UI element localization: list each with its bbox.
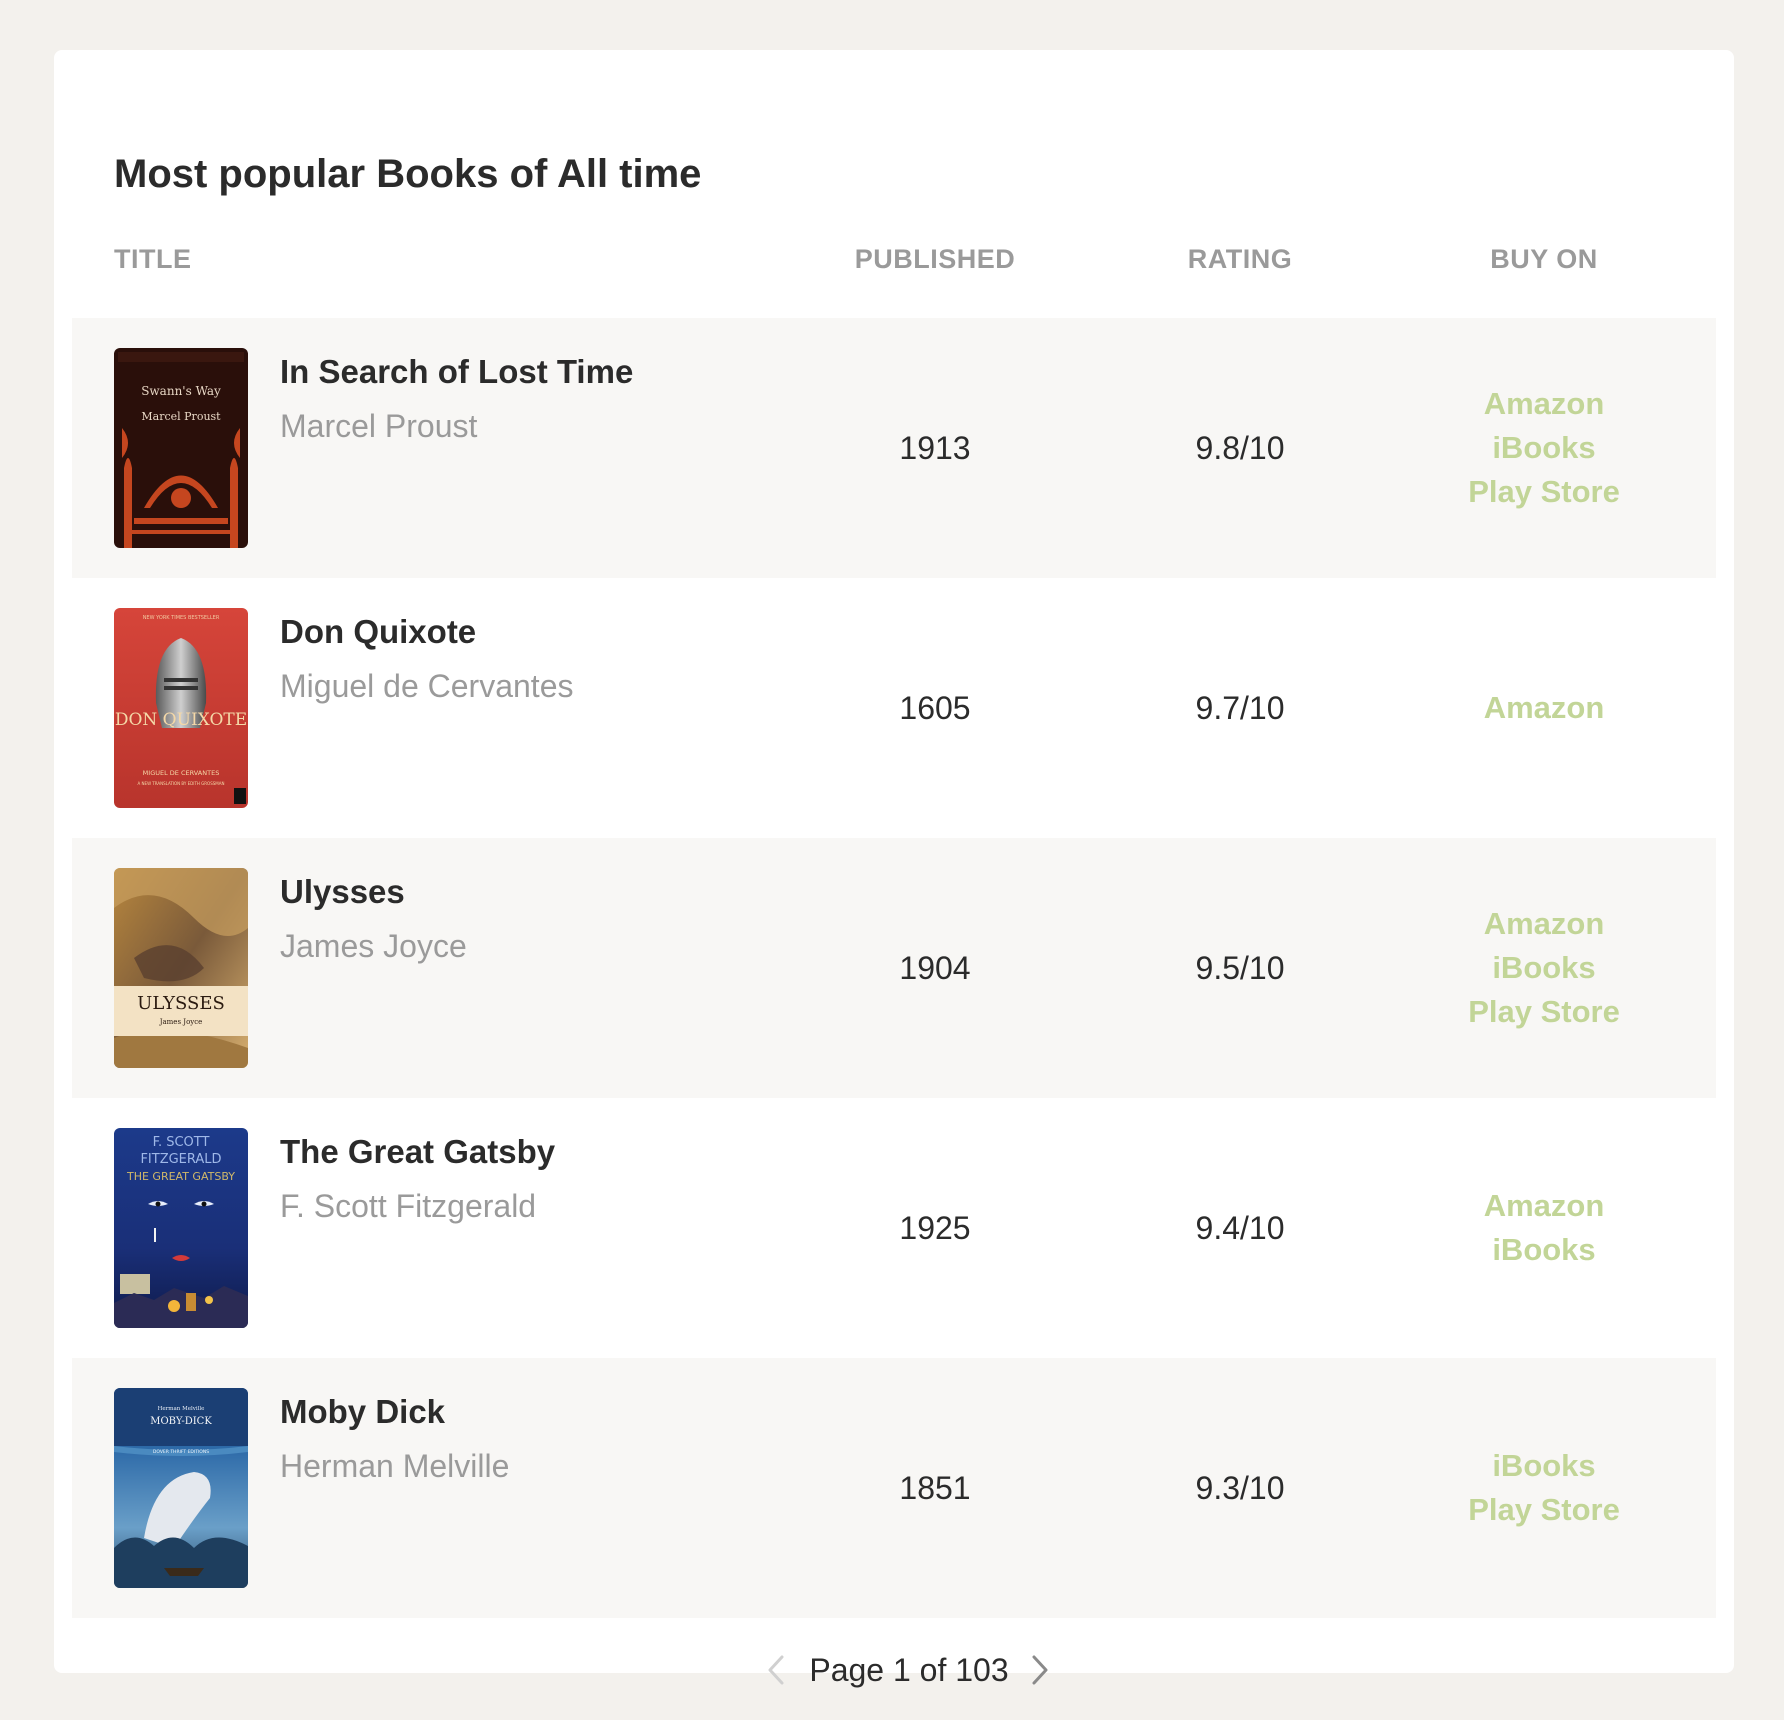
buy-link-ibooks[interactable]: iBooks: [1492, 1444, 1595, 1488]
chevron-right-icon[interactable]: [1022, 1653, 1056, 1687]
book-cover: ULYSSES James Joyce: [114, 868, 248, 1068]
chevron-left-icon[interactable]: [760, 1653, 794, 1687]
cover-line1: F. SCOTT: [153, 1135, 210, 1150]
book-title[interactable]: Don Quixote: [280, 610, 476, 654]
book-cover: Swann's Way Marcel Proust: [114, 348, 248, 548]
book-author: F. Scott Fitzgerald: [280, 1188, 537, 1224]
cover-line3: DOVER THRIFT EDITIONS: [153, 1449, 209, 1455]
cover-line3: THE GREAT GATSBY: [126, 1170, 235, 1183]
buy-link-amazon[interactable]: Amazon: [1484, 902, 1605, 946]
book-cover: F. SCOTT FITZGERALD THE GREAT GATSBY: [114, 1128, 248, 1328]
header-title: TITLE: [114, 244, 192, 274]
header-buy-on: BUY ON: [1490, 244, 1598, 274]
rating-value: 9.4/10: [1195, 1210, 1285, 1246]
buy-links: Amazon iBooks Play Store: [1444, 838, 1644, 1098]
buy-link-amazon[interactable]: Amazon: [1484, 1184, 1605, 1228]
cover-line1: DON QUIXOTE: [115, 710, 247, 730]
published-year: 1605: [899, 690, 971, 726]
header-rating: RATING: [1187, 244, 1293, 274]
cover-line1: Swann's Way: [141, 384, 221, 398]
rating-value: 9.5/10: [1195, 950, 1285, 986]
buy-link-ibooks[interactable]: iBooks: [1492, 1228, 1595, 1272]
buy-links: iBooks Play Store: [1444, 1358, 1644, 1618]
table-row: ULYSSES James Joyce Ulysses James Joyce …: [72, 838, 1716, 1098]
cover-line2: Marcel Proust: [141, 410, 221, 423]
rating-value: 9.3/10: [1195, 1470, 1285, 1506]
buy-links: Amazon iBooks: [1444, 1098, 1644, 1358]
cover-art-moby-dick: Herman Melville MOBY-DICK DOVER THRIFT E…: [114, 1388, 248, 1588]
table-header: TITLE PUBLISHED RATING BUY ON: [54, 235, 1734, 283]
book-title[interactable]: The Great Gatsby: [280, 1130, 555, 1174]
book-title[interactable]: In Search of Lost Time: [280, 350, 633, 394]
table-row: Swann's Way Marcel Proust In Search of L…: [72, 318, 1716, 578]
buy-link-amazon[interactable]: Amazon: [1484, 686, 1605, 730]
cover-line1: ULYSSES: [137, 993, 225, 1014]
buy-link-ibooks[interactable]: iBooks: [1492, 946, 1595, 990]
books-table-body: Swann's Way Marcel Proust In Search of L…: [72, 318, 1716, 1618]
cover-line2: MIGUEL DE CERVANTES: [143, 769, 220, 777]
page-title: Most popular Books of All time: [114, 152, 702, 196]
book-author: Marcel Proust: [280, 408, 478, 444]
buy-links: Amazon: [1444, 578, 1644, 838]
book-cover: NEW YORK TIMES BESTSELLER DON QUIXOTE MI…: [114, 608, 248, 808]
rating-value: 9.7/10: [1195, 690, 1285, 726]
book-title[interactable]: Ulysses: [280, 870, 405, 914]
book-author: Miguel de Cervantes: [280, 668, 574, 704]
cover-art-great-gatsby: F. SCOTT FITZGERALD THE GREAT GATSBY: [114, 1128, 248, 1328]
published-year: 1904: [899, 950, 971, 986]
buy-link-ibooks[interactable]: iBooks: [1492, 426, 1595, 470]
cover-line1: Herman Melville: [158, 1406, 205, 1412]
buy-links: Amazon iBooks Play Store: [1444, 318, 1644, 578]
rating-value: 9.8/10: [1195, 430, 1285, 466]
buy-link-play-store[interactable]: Play Store: [1468, 1488, 1620, 1532]
cover-line3: A NEW TRANSLATION BY EDITH GROSSMAN: [138, 781, 225, 786]
buy-link-amazon[interactable]: Amazon: [1484, 382, 1605, 426]
cover-line2: James Joyce: [159, 1018, 203, 1026]
book-author: Herman Melville: [280, 1448, 510, 1484]
cover-art-don-quixote: NEW YORK TIMES BESTSELLER DON QUIXOTE MI…: [114, 608, 248, 808]
books-card: Most popular Books of All time TITLE PUB…: [54, 50, 1734, 1688]
header-published: PUBLISHED: [854, 244, 1016, 274]
book-cover: Herman Melville MOBY-DICK DOVER THRIFT E…: [114, 1388, 248, 1588]
pagination: Page 1 of 103: [54, 1645, 1734, 1695]
book-title[interactable]: Moby Dick: [280, 1390, 445, 1434]
published-year: 1913: [899, 430, 971, 466]
cover-top: NEW YORK TIMES BESTSELLER: [143, 615, 220, 621]
table-row: Herman Melville MOBY-DICK DOVER THRIFT E…: [72, 1358, 1716, 1618]
page-indicator: Page 1 of 103: [809, 1652, 1009, 1688]
cover-art-ulysses: ULYSSES James Joyce: [114, 868, 248, 1068]
published-year: 1851: [899, 1470, 971, 1506]
published-year: 1925: [899, 1210, 971, 1246]
cover-line2: MOBY-DICK: [150, 1416, 212, 1427]
table-row: NEW YORK TIMES BESTSELLER DON QUIXOTE MI…: [72, 578, 1716, 838]
cover-art-swanns-way: Swann's Way Marcel Proust: [114, 348, 248, 548]
table-row: F. SCOTT FITZGERALD THE GREAT GATSBY The…: [72, 1098, 1716, 1358]
book-author: James Joyce: [280, 928, 467, 964]
buy-link-play-store[interactable]: Play Store: [1468, 470, 1620, 514]
buy-link-play-store[interactable]: Play Store: [1468, 990, 1620, 1034]
cover-line2: FITZGERALD: [140, 1152, 221, 1167]
